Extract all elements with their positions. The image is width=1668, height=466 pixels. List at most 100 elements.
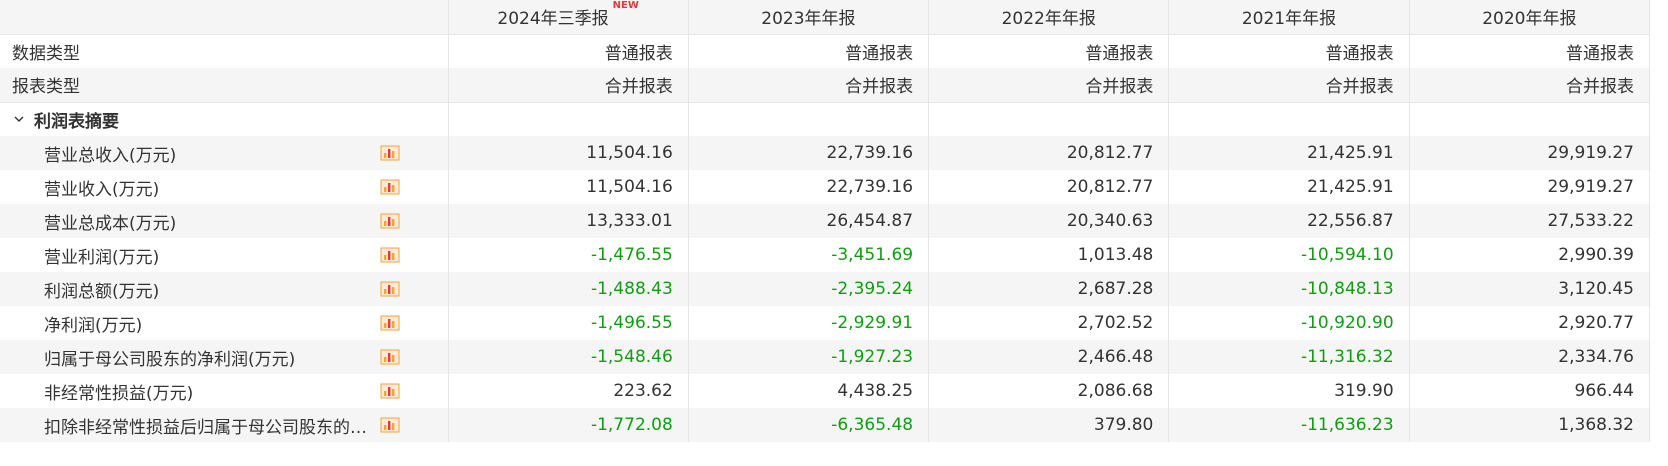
cell-value: -10,848.13 (1168, 272, 1410, 306)
cell-value: -2,929.91 (688, 306, 930, 340)
cell-value: 3,120.45 (1409, 272, 1651, 306)
bar-chart-icon[interactable] (380, 247, 400, 263)
cell-value: 1,013.48 (928, 238, 1170, 272)
cell-value: 4,438.25 (688, 374, 930, 408)
period-header-2024q3[interactable]: 2024年三季报NEW (448, 0, 689, 35)
cell-value: 普通报表 (928, 34, 1170, 68)
cell-value: 2,334.76 (1409, 340, 1651, 374)
period-label: 2024年三季报 (497, 9, 609, 30)
cell-value: 22,739.16 (688, 170, 930, 204)
cell-value: 27,533.22 (1409, 204, 1651, 238)
period-header-2022[interactable]: 2022年年报 (928, 0, 1170, 35)
cell-value: 319.90 (1168, 374, 1410, 408)
empty-cell (1168, 101, 1410, 136)
cell-value: 379.80 (928, 408, 1170, 442)
row-label: 营业总成本(万元) (44, 213, 177, 234)
section-title: 利润表摘要 (34, 111, 119, 132)
period-label: 2020年年报 (1482, 9, 1577, 30)
row-label: 利润总额(万元) (44, 281, 160, 302)
row-label-cell: 营业总收入(万元) (0, 136, 449, 170)
row-label: 非经常性损益(万元) (44, 383, 194, 404)
cell-value: 合并报表 (1168, 68, 1410, 102)
cell-value: 2,466.48 (928, 340, 1170, 374)
empty-cell (1409, 101, 1651, 136)
bar-chart-icon[interactable] (380, 417, 400, 433)
cell-value: 合并报表 (688, 68, 930, 102)
header-corner (0, 0, 449, 35)
cell-value: 普通报表 (1168, 34, 1410, 68)
period-label: 2021年年报 (1241, 9, 1337, 30)
row-label-cell: 扣除非经常性损益后归属于母公司股东的… (0, 408, 449, 442)
cell-value: -1,488.43 (448, 272, 689, 306)
row-label: 报表类型 (0, 68, 449, 102)
empty-cell (448, 101, 689, 136)
table-row: 非经常性损益(万元) 223.62 4,438.25 2,086.68 319.90 96… (0, 374, 1651, 408)
cell-value: 2,702.52 (928, 306, 1170, 340)
row-label: 归属于母公司股东的净利润(万元) (44, 349, 296, 370)
row-label: 净利润(万元) (44, 315, 143, 336)
row-label: 营业总收入(万元) (44, 145, 177, 166)
bar-chart-icon[interactable] (380, 281, 400, 297)
table-row: 营业总收入(万元) 11,504.16 22,739.16 20,812.77 21,4… (0, 136, 1651, 170)
cell-value: 966.44 (1409, 374, 1651, 408)
cell-value: 20,340.63 (928, 204, 1170, 238)
bar-chart-icon[interactable] (380, 179, 400, 195)
cell-value: 2,086.68 (928, 374, 1170, 408)
row-label-cell: 净利润(万元) (0, 306, 449, 340)
row-label: 扣除非经常性损益后归属于母公司股东的… (44, 417, 367, 438)
cell-value: 223.62 (448, 374, 689, 408)
table-row: 归属于母公司股东的净利润(万元) -1,548.46 -1,927.23 2,466.… (0, 340, 1651, 374)
table-row: 营业总成本(万元) 13,333.01 26,454.87 20,340.63 22,5… (0, 204, 1651, 238)
cell-value: -11,636.23 (1168, 408, 1410, 442)
bar-chart-icon[interactable] (380, 383, 400, 399)
cell-value: 合并报表 (928, 68, 1170, 102)
cell-value: 普通报表 (688, 34, 930, 68)
cell-value: 13,333.01 (448, 204, 689, 238)
table-row: 营业收入(万元) 11,504.16 22,739.16 20,812.77 21,42… (0, 170, 1651, 204)
row-label: 数据类型 (0, 34, 449, 68)
period-header-2021[interactable]: 2021年年报 (1168, 0, 1410, 35)
cell-value: -6,365.48 (688, 408, 930, 442)
data-type-row: 数据类型 普通报表 普通报表 普通报表 普通报表 普通报表 (0, 34, 1651, 68)
period-label: 2023年年报 (761, 9, 856, 30)
bar-chart-icon[interactable] (380, 349, 400, 365)
cell-value: -1,496.55 (448, 306, 689, 340)
empty-cell (688, 101, 930, 136)
cell-value: -1,927.23 (688, 340, 930, 374)
cell-value: 21,425.91 (1168, 136, 1410, 170)
table-row: 营业利润(万元) -1,476.55 -3,451.69 1,013.48 -10,59… (0, 238, 1651, 272)
empty-cell (928, 101, 1170, 136)
row-label: 营业收入(万元) (44, 179, 160, 200)
period-header-2020[interactable]: 2020年年报 (1409, 0, 1651, 35)
cell-value: 22,739.16 (688, 136, 930, 170)
row-label-cell: 营业总成本(万元) (0, 204, 449, 238)
table-row: 净利润(万元) -1,496.55 -2,929.91 2,702.52 -10,920… (0, 306, 1651, 340)
cell-value: 26,454.87 (688, 204, 930, 238)
cell-value: 普通报表 (1409, 34, 1651, 68)
cell-value: -1,548.46 (448, 340, 689, 374)
cell-value: 合并报表 (1409, 68, 1651, 102)
row-label: 营业利润(万元) (44, 247, 160, 268)
cell-value: 2,920.77 (1409, 306, 1651, 340)
row-label-cell: 非经常性损益(万元) (0, 374, 449, 408)
cell-value: 11,504.16 (448, 136, 689, 170)
section-toggle[interactable]: 利润表摘要 (0, 101, 449, 136)
bar-chart-icon[interactable] (380, 145, 400, 161)
chevron-down-icon (14, 116, 24, 122)
row-label-cell: 利润总额(万元) (0, 272, 449, 306)
cell-value: 20,812.77 (928, 136, 1170, 170)
new-badge: NEW (612, 0, 639, 12)
cell-value: 11,504.16 (448, 170, 689, 204)
period-header-row: 2024年三季报NEW 2023年年报 2022年年报 2021年年报 2020… (0, 0, 1651, 35)
cell-value: -1,476.55 (448, 238, 689, 272)
row-label-cell: 归属于母公司股东的净利润(万元) (0, 340, 449, 374)
section-income-summary[interactable]: 利润表摘要 (0, 101, 1651, 136)
cell-value: 20,812.77 (928, 170, 1170, 204)
cell-value: 22,556.87 (1168, 204, 1410, 238)
cell-value: 29,919.27 (1409, 136, 1651, 170)
cell-value: 1,368.32 (1409, 408, 1651, 442)
bar-chart-icon[interactable] (380, 213, 400, 229)
bar-chart-icon[interactable] (380, 315, 400, 331)
period-header-2023[interactable]: 2023年年报 (688, 0, 930, 35)
cell-value: -3,451.69 (688, 238, 930, 272)
